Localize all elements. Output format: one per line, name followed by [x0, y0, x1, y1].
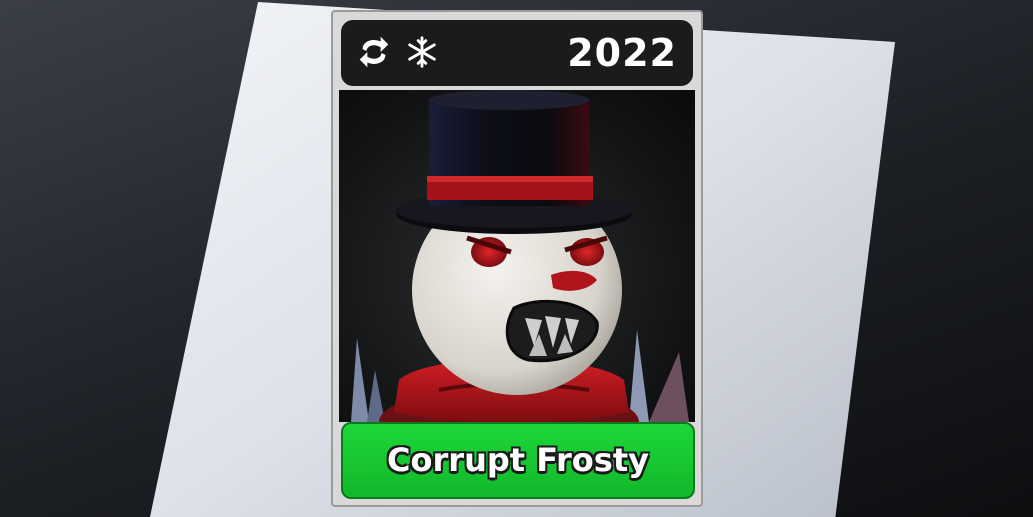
card-header: 2022	[341, 20, 693, 86]
release-year: 2022	[567, 31, 677, 75]
corrupt-frosty-image	[351, 90, 689, 422]
character-name-bar: Corrupt Frosty	[341, 422, 695, 499]
trade-icon	[359, 36, 389, 68]
item-card[interactable]: 2022 Corrupt Frosty	[331, 10, 703, 507]
character-portrait	[339, 90, 695, 422]
snowflake-icon	[408, 36, 436, 68]
character-name: Corrupt Frosty	[387, 441, 649, 479]
